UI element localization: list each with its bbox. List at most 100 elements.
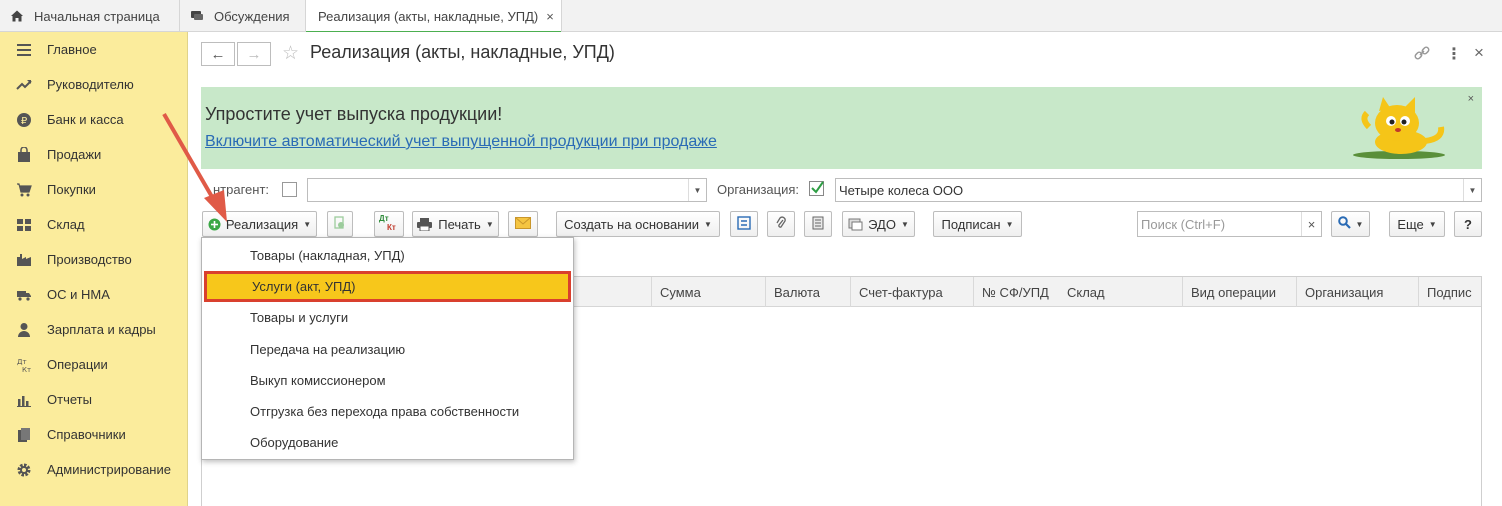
caret-down-icon: ▼ <box>303 219 312 229</box>
sidebar-item-reports[interactable]: Отчеты <box>0 382 188 417</box>
column-invoice[interactable]: Счет-фактура <box>850 277 973 307</box>
print-label: Печать <box>438 216 481 232</box>
copy-doc-icon <box>334 215 346 233</box>
column-organization[interactable]: Организация <box>1296 277 1418 307</box>
forward-button[interactable]: → <box>237 42 271 66</box>
dt-kt-icon: Дт Кт <box>379 214 399 233</box>
tab-realization-label: Реализация (акты, накладные, УПД) <box>318 9 539 24</box>
help-button[interactable]: ? <box>1454 211 1482 237</box>
column-invoice-number[interactable]: № СФ/УПД <box>973 277 1059 307</box>
close-icon[interactable]: × <box>546 9 554 24</box>
more-vertical-icon[interactable]: ⋮ <box>1446 44 1462 64</box>
banner-title: Упростите учет выпуска продукции! <box>205 104 503 124</box>
chevron-down-icon[interactable]: ▼ <box>688 179 706 201</box>
sidebar-item-label: ОС и НМА <box>47 287 110 302</box>
print-button[interactable]: Печать ▼ <box>412 211 499 237</box>
column-warehouse[interactable]: Склад <box>1059 277 1182 307</box>
column-operation-type[interactable]: Вид операции <box>1182 277 1296 307</box>
sidebar-item-admin[interactable]: Администрирование <box>0 452 188 487</box>
trend-icon <box>16 77 32 93</box>
svg-text:₽: ₽ <box>21 116 28 127</box>
sidebar-item-director[interactable]: Руководителю <box>0 67 188 102</box>
arrow-left-icon: ← <box>210 45 226 63</box>
menu-item-equipment[interactable]: Оборудование <box>202 427 573 458</box>
structure-button[interactable] <box>730 211 758 237</box>
signed-label: Подписан <box>941 216 1001 232</box>
menu-item-services[interactable]: Услуги (акт, УПД) <box>204 271 571 302</box>
more-button[interactable]: Еще ▼ <box>1389 211 1445 237</box>
page-title: Реализация (акты, накладные, УПД) <box>310 42 615 62</box>
structure-icon <box>737 215 751 233</box>
menu-item-buyout[interactable]: Выкуп комиссионером <box>202 365 573 396</box>
caret-down-icon: ▼ <box>703 219 712 229</box>
organization-label: Организация: <box>717 182 800 197</box>
dt-kt-icon: Дт Кт <box>16 357 32 373</box>
tab-realization[interactable]: Реализация (акты, накладные, УПД) × <box>306 0 562 33</box>
menu-item-goods[interactable]: Товары (накладная, УПД) <box>202 240 573 271</box>
gear-icon <box>16 462 32 478</box>
copy-button[interactable] <box>327 211 353 237</box>
create-based-on-button[interactable]: Создать на основании ▼ <box>556 211 720 237</box>
search-placeholder: Поиск (Ctrl+F) <box>1141 216 1226 232</box>
sidebar-item-label: Производство <box>47 252 132 267</box>
sidebar-item-production[interactable]: Производство <box>0 242 188 277</box>
organization-checkbox[interactable] <box>809 181 824 196</box>
paperclip-icon <box>775 215 787 233</box>
sidebar-item-label: Администрирование <box>47 462 171 477</box>
caret-down-icon: ▼ <box>900 219 909 229</box>
signed-filter-button[interactable]: Подписан ▼ <box>933 211 1022 237</box>
caret-down-icon: ▼ <box>1355 219 1364 229</box>
edo-label: ЭДО <box>868 216 896 232</box>
promo-banner: Упростите учет выпуска продукции! Включи… <box>201 87 1482 169</box>
search-button[interactable]: ▼ <box>1331 211 1370 237</box>
bar-chart-icon <box>16 392 32 408</box>
column-currency[interactable]: Валюта <box>765 277 850 307</box>
banner-close-icon[interactable]: × <box>1468 93 1474 105</box>
truck-icon <box>16 287 32 303</box>
cart-icon <box>16 182 32 198</box>
realization-label: Реализация <box>225 216 299 232</box>
arrow-right-icon: → <box>246 45 262 63</box>
organization-value: Четыре колеса ООО <box>839 182 964 198</box>
svg-text:Дт: Дт <box>17 358 27 366</box>
attach-button[interactable] <box>767 211 795 237</box>
caret-down-icon: ▼ <box>1428 219 1437 229</box>
link-icon[interactable] <box>1413 44 1431 65</box>
document-list-button[interactable] <box>804 211 832 237</box>
star-icon[interactable]: ☆ <box>282 42 299 65</box>
tab-home[interactable]: Начальная страница <box>0 0 180 32</box>
organization-field[interactable]: Четыре колеса ООО ▼ <box>835 178 1482 202</box>
realization-dropdown-menu: Товары (накладная, УПД) Услуги (акт, УПД… <box>201 237 574 460</box>
search-icon <box>1337 216 1351 232</box>
tab-home-label: Начальная страница <box>34 8 160 24</box>
sidebar-item-operations[interactable]: Дт Кт Операции <box>0 347 188 382</box>
help-icon: ? <box>1464 216 1472 232</box>
edo-button[interactable]: ЭДО ▼ <box>842 211 915 237</box>
close-form-icon[interactable]: × <box>1474 43 1484 63</box>
menu-item-consignment[interactable]: Передача на реализацию <box>202 334 573 365</box>
back-button[interactable]: ← <box>201 42 235 66</box>
menu-item-shipment-no-ownership[interactable]: Отгрузка без перехода права собственност… <box>202 396 573 427</box>
column-sum[interactable]: Сумма <box>651 277 765 307</box>
edo-icon <box>848 218 863 231</box>
search-clear-icon[interactable]: × <box>1301 212 1321 236</box>
chevron-down-icon[interactable]: ▼ <box>1463 179 1481 201</box>
sidebar-item-main[interactable]: Главное <box>0 32 188 67</box>
sidebar-item-label: Банк и касса <box>47 112 124 127</box>
tab-discussions[interactable]: Обсуждения <box>180 0 306 32</box>
column-signed[interactable]: Подпис <box>1418 277 1481 307</box>
dt-label: Дт <box>379 214 389 223</box>
sidebar-item-references[interactable]: Справочники <box>0 417 188 452</box>
menu-item-goods-and-services[interactable]: Товары и услуги <box>202 302 573 333</box>
sidebar-item-label: Операции <box>47 357 108 372</box>
envelope-icon <box>515 216 531 232</box>
counterparty-field[interactable]: ▼ <box>307 178 707 202</box>
counterparty-checkbox[interactable] <box>282 182 297 197</box>
menu-lines-icon <box>16 42 32 58</box>
dt-kt-button[interactable]: Дт Кт <box>374 211 404 237</box>
search-input[interactable]: Поиск (Ctrl+F) × <box>1137 211 1322 237</box>
sidebar-item-fixed-assets[interactable]: ОС и НМА <box>0 277 188 312</box>
banner-link[interactable]: Включите автоматический учет выпущенной … <box>205 133 717 151</box>
sidebar-item-salary[interactable]: Зарплата и кадры <box>0 312 188 347</box>
email-button[interactable] <box>508 211 538 237</box>
